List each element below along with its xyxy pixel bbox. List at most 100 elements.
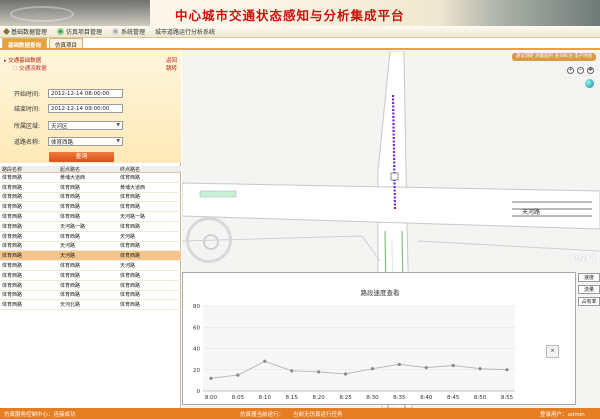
status-simulation-label: 仿真器当前运行： xyxy=(240,411,285,418)
data-point xyxy=(478,367,482,371)
y-tick-label: 60 xyxy=(193,325,200,331)
menu-simulation-project-label: 仿真项目管理 xyxy=(66,29,103,36)
cell-start: 天河路 xyxy=(60,243,76,250)
x-tick-label: 8:25 xyxy=(339,395,352,401)
table-row[interactable]: 体育西路 体育西路 黄埔大道西 xyxy=(0,183,181,193)
menu-system[interactable]: 系统管理 xyxy=(112,27,145,36)
table-row[interactable]: 体育西路 黄埔大道西 体育西路 xyxy=(0,173,181,183)
col-header-end: 终点路名 xyxy=(120,166,141,173)
speed-button[interactable]: 速度 xyxy=(578,273,600,282)
sub-title[interactable]: 交通流数据 xyxy=(4,64,47,72)
end-time-input[interactable]: 2012-12-14 09:00:00 xyxy=(48,104,123,113)
start-time-row: 开始时间: 2012-12-14 08:00:00 xyxy=(14,89,123,98)
header-city-image-left xyxy=(0,0,150,26)
cell-start: 黄埔大道西 xyxy=(60,174,86,181)
cell-segment: 体育西路 xyxy=(2,253,23,260)
menu-road-analysis-label: 城市道路运行分析系统 xyxy=(155,29,216,36)
cell-end: 天河路一路 xyxy=(120,214,146,221)
cell-segment: 体育西路 xyxy=(2,282,23,289)
cell-start: 体育西路 xyxy=(60,184,81,191)
road-value: 体育西路 xyxy=(51,139,74,146)
panel-header: 交通基础数据 返回 交通流数据 跳转 xyxy=(4,56,177,72)
table-row[interactable]: 体育西路 体育西路 体育西路 xyxy=(0,271,181,281)
table-row[interactable]: 体育西路 体育西路 天河路一路 xyxy=(0,212,181,222)
menu-simulation-project[interactable]: 仿真项目管理 xyxy=(57,27,102,36)
cell-end: 体育西路 xyxy=(120,204,141,211)
cell-start: 体育西路 xyxy=(60,272,81,279)
zoom-in-icon[interactable]: + xyxy=(567,67,574,74)
data-point xyxy=(263,359,267,363)
table-row[interactable]: 体育西路 天河路一路 体育西路 xyxy=(0,222,181,232)
map-navigation-icon[interactable] xyxy=(186,217,232,263)
road-select[interactable]: 体育西路 ▼ xyxy=(48,137,123,146)
speed-chart-popup: 路段速度查看 0 20 40 60 80 8:00 8:05 8:10 8:15 8:20 8:25… xyxy=(182,272,576,405)
tab-bar: 基础数据查询 仿真项目 xyxy=(0,38,600,50)
table-row[interactable]: 体育西路 体育西路 体育西路 xyxy=(0,281,181,291)
cell-segment: 体育西路 xyxy=(2,302,23,309)
menu-road-analysis[interactable]: 城市道路运行分析系统 xyxy=(155,27,215,36)
menu-basic-data-label: 基础数据管理 xyxy=(11,29,48,36)
cell-start: 天河北路 xyxy=(60,302,81,309)
cell-segment: 体育西路 xyxy=(2,243,23,250)
speed-line-chart: 0 20 40 60 80 8:00 8:05 8:10 8:15 8:20 8:25 8:30 8:3… xyxy=(193,304,515,401)
x-tick-label: 8:45 xyxy=(447,395,460,401)
header-city-image-right xyxy=(440,0,600,26)
table-row[interactable]: 体育西路 体育西路 体育西路 xyxy=(0,202,181,213)
table-row[interactable]: 体育西路 天河路 体育西路 xyxy=(0,251,181,262)
cell-segment: 体育西路 xyxy=(2,292,23,299)
pan-icon[interactable]: ✥ xyxy=(587,67,594,74)
x-tick-label: 8:10 xyxy=(259,395,272,401)
cell-end: 体育西路 xyxy=(120,272,141,279)
road-label: 道路名称: xyxy=(14,139,41,146)
cell-start: 天河路一路 xyxy=(60,223,86,230)
zoom-out-icon[interactable]: − xyxy=(577,67,584,74)
data-point xyxy=(209,376,213,380)
start-time-input[interactable]: 2012-12-14 08:00:00 xyxy=(48,89,123,98)
cell-segment: 体育西路 xyxy=(2,214,23,221)
table-row[interactable]: 体育西路 体育西路 天河路 xyxy=(0,232,181,242)
col-header-start: 起点路名 xyxy=(60,166,81,173)
tab-simulation[interactable]: 仿真项目 xyxy=(49,38,84,49)
cell-end: 黄埔大道西 xyxy=(120,184,146,191)
x-tick-label: 8:35 xyxy=(393,395,406,401)
data-point xyxy=(236,373,240,377)
tab-basic-query[interactable]: 基础数据查询 xyxy=(2,38,48,49)
menu-basic-data[interactable]: 基础数据管理 xyxy=(2,27,48,36)
flow-button[interactable]: 流量 xyxy=(578,285,600,294)
cell-start: 体育西路 xyxy=(60,204,81,211)
cell-start: 体育西路 xyxy=(60,233,81,240)
cell-end: 体育西路 xyxy=(120,243,141,250)
jump-link[interactable]: 跳转 xyxy=(166,64,177,72)
back-link[interactable]: 返回 xyxy=(166,56,177,64)
cell-segment: 体育西路 xyxy=(2,223,23,230)
table-row[interactable]: 体育西路 体育西路 体育西路 xyxy=(0,291,181,301)
end-time-row: 结束时间: 2012-12-14 09:00:00 xyxy=(14,104,123,113)
gear-icon xyxy=(57,28,65,35)
col-header-segment: 路段名称 xyxy=(2,166,23,173)
app-header: 中心城市交通状态感知与分析集成平台 xyxy=(0,0,600,26)
cell-end: 体育西路 xyxy=(120,223,141,230)
x-tick-label: 8:50 xyxy=(474,395,487,401)
cell-start: 体育西路 xyxy=(60,282,81,289)
chevron-down-icon: ▼ xyxy=(116,123,120,128)
table-row[interactable]: 体育西路 体育西路 天河路 xyxy=(0,261,181,271)
district-select[interactable]: 天河区 ▼ xyxy=(48,121,123,130)
occupancy-button[interactable]: 占有率 xyxy=(578,297,600,306)
section-title[interactable]: 交通基础数据 xyxy=(4,56,41,64)
data-point xyxy=(505,368,509,372)
cell-start: 天河路 xyxy=(60,253,76,260)
map-toolbar[interactable]: 测试测距 测量面积 查询标注 电子地图 xyxy=(511,53,596,61)
data-point xyxy=(451,363,455,368)
menu-bar: 基础数据管理 仿真项目管理 系统管理 城市道路运行分析系统 xyxy=(0,26,600,38)
data-point xyxy=(317,370,321,374)
globe-icon[interactable] xyxy=(585,79,594,88)
table-row[interactable]: 体育西路 体育西路 体育西路 xyxy=(0,193,181,203)
close-icon[interactable]: × xyxy=(546,345,559,358)
table-row[interactable]: 体育西路 天河路 体育西路 xyxy=(0,242,181,252)
data-point xyxy=(290,369,294,373)
district-value: 天河区 xyxy=(51,123,68,130)
query-button[interactable]: 查询 xyxy=(49,152,114,162)
cell-end: 天河路 xyxy=(120,263,136,270)
table-row[interactable]: 体育西路 天河北路 体育西路 xyxy=(0,300,181,311)
wrench-icon xyxy=(2,27,11,36)
